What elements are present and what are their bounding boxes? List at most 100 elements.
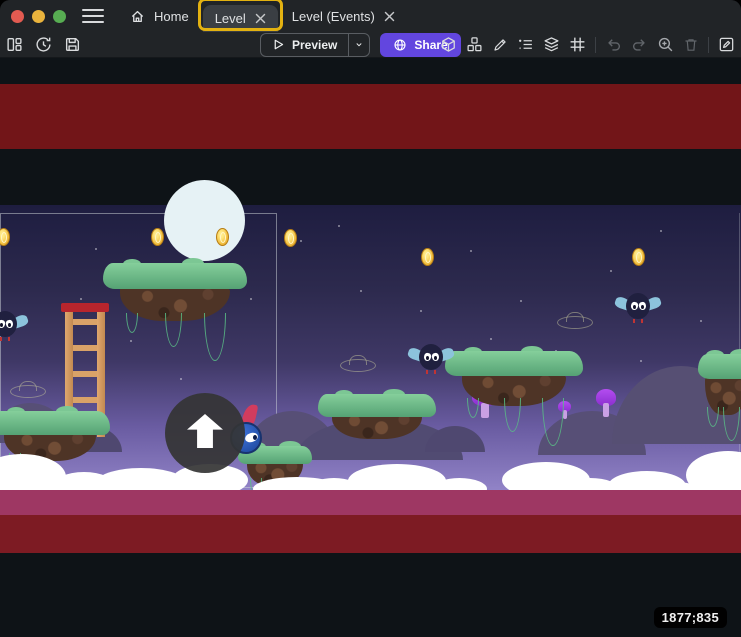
bat-face <box>434 370 436 374</box>
tab-level[interactable]: Level <box>203 5 278 32</box>
bat-enemy[interactable] <box>0 307 28 343</box>
bat-enemy[interactable] <box>408 340 454 376</box>
layers-icon <box>543 36 560 53</box>
objects-panel-button[interactable] <box>466 36 483 53</box>
floating-island[interactable] <box>698 354 741 465</box>
toolbar-center-group: Preview Share <box>260 33 461 57</box>
mushroom-stem <box>603 403 609 417</box>
zoom-button[interactable] <box>657 36 674 53</box>
ufo-outline[interactable] <box>10 385 46 398</box>
coin[interactable] <box>284 229 297 247</box>
tab-label: Level <box>215 11 246 26</box>
toolbar-left-group <box>6 32 81 57</box>
ufo-outline[interactable] <box>557 316 593 329</box>
edit-events-icon <box>718 36 735 53</box>
globe-icon <box>393 38 407 52</box>
panels-icon <box>6 36 23 53</box>
floating-island[interactable] <box>445 351 583 456</box>
scene-canvas[interactable]: 1877;835 <box>0 58 741 637</box>
toolbar-right-group <box>440 32 735 57</box>
redo-button[interactable] <box>631 36 648 53</box>
edit-events-button[interactable] <box>718 36 735 53</box>
star <box>490 338 492 340</box>
layers-button[interactable] <box>543 36 560 53</box>
undo-button[interactable] <box>605 36 622 53</box>
coin[interactable] <box>216 228 229 246</box>
titlebar: Home Level Level (Events) <box>0 0 741 32</box>
window-controls <box>11 10 66 23</box>
star <box>420 310 422 312</box>
coin[interactable] <box>151 228 164 246</box>
grid-icon <box>569 36 586 53</box>
bat-face <box>633 319 635 323</box>
tab-level-events[interactable]: Level (Events) <box>278 0 409 32</box>
tab-label: Level (Events) <box>292 9 375 24</box>
ladder-top-cap <box>61 303 109 312</box>
delete-button[interactable] <box>683 37 699 53</box>
player-pupil <box>253 435 257 440</box>
ground-band-red[interactable] <box>0 515 741 553</box>
preview-options-button[interactable] <box>348 34 369 56</box>
close-window-button[interactable] <box>11 10 24 23</box>
floating-island[interactable] <box>103 263 247 371</box>
hanging-vine <box>707 407 719 427</box>
add-object-button[interactable] <box>440 36 457 53</box>
maximize-window-button[interactable] <box>53 10 66 23</box>
history-button[interactable] <box>35 36 52 53</box>
chevron-down-icon <box>355 39 363 50</box>
bat-enemy[interactable] <box>615 289 661 325</box>
zoom-in-icon <box>657 36 674 53</box>
coin[interactable] <box>421 248 434 266</box>
undo-icon <box>605 36 622 53</box>
close-tab-icon[interactable] <box>255 13 266 24</box>
save-button[interactable] <box>64 36 81 53</box>
grid-button[interactable] <box>569 36 586 53</box>
cursor-coordinates: 1877;835 <box>654 607 727 628</box>
top-platform-band[interactable] <box>0 84 741 149</box>
close-tab-icon[interactable] <box>384 11 395 22</box>
star <box>300 240 302 242</box>
preview-label: Preview <box>292 38 337 52</box>
island-grass <box>318 394 436 417</box>
tab-bar: Home Level Level (Events) <box>116 0 409 32</box>
bat-face <box>8 337 10 341</box>
island-grass <box>445 351 583 376</box>
star <box>520 300 522 302</box>
menu-hamburger-icon[interactable] <box>82 9 104 23</box>
island-grass <box>0 411 110 435</box>
moon[interactable] <box>164 180 245 261</box>
ufo-outline[interactable] <box>340 359 376 372</box>
bat-face <box>0 337 2 341</box>
hanging-vine <box>165 313 182 347</box>
ground-band-pink[interactable] <box>0 490 741 515</box>
bat-face <box>0 323 3 327</box>
hanging-vine <box>467 398 479 418</box>
hanging-vine <box>504 398 521 432</box>
bat-face <box>434 356 437 360</box>
history-icon <box>35 36 52 53</box>
hanging-vine <box>542 398 564 446</box>
3d-box-icon <box>440 36 457 53</box>
bat-face <box>426 370 428 374</box>
star <box>610 270 612 272</box>
bat-face <box>426 356 429 360</box>
play-icon <box>272 38 285 51</box>
minimize-window-button[interactable] <box>32 10 45 23</box>
bat-face <box>8 323 11 327</box>
star <box>470 250 472 252</box>
redo-icon <box>631 36 648 53</box>
app-window: Home Level Level (Events) <box>0 0 741 637</box>
preview-button[interactable]: Preview <box>261 34 348 56</box>
bat-face <box>641 305 644 309</box>
coin[interactable] <box>632 248 645 266</box>
edit-object-button[interactable] <box>492 37 508 53</box>
tab-label: Home <box>154 9 189 24</box>
mushroom[interactable] <box>596 389 616 417</box>
jump-button[interactable] <box>165 393 245 473</box>
preview-split-button: Preview <box>260 33 370 57</box>
instances-list-button[interactable] <box>517 36 534 53</box>
tab-home[interactable]: Home <box>116 0 203 32</box>
bat-face <box>641 319 643 323</box>
save-icon <box>64 36 81 53</box>
panels-button[interactable] <box>6 36 23 53</box>
